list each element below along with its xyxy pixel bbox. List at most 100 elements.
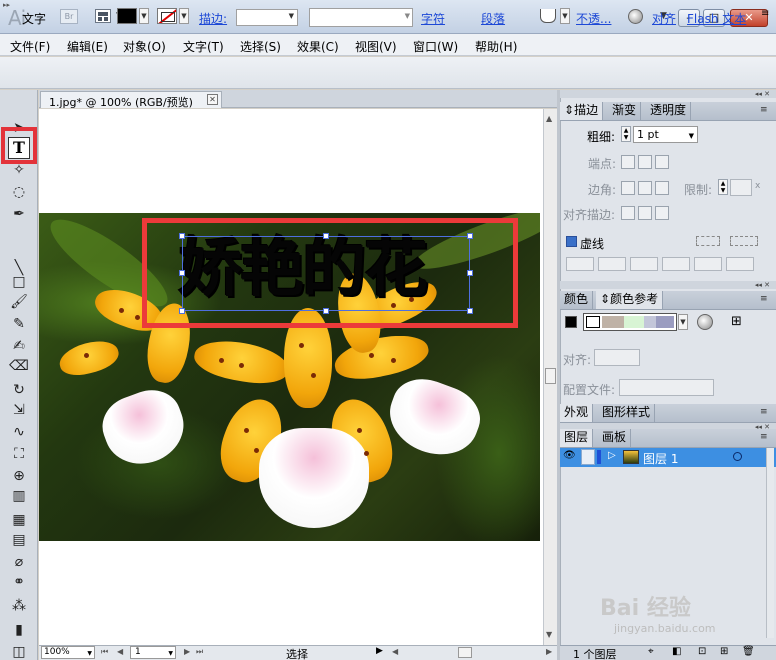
pen-tool-icon[interactable]: ✒ [9,204,29,224]
locate-object-icon[interactable]: ⌖ [648,646,654,657]
tools-grip-icon[interactable]: ▸▸ [3,1,33,9]
document-tab[interactable]: 1.jpg* @ 100% (RGB/预览) ✕ [40,91,222,109]
layer-name[interactable]: 图层 1 [643,450,678,467]
align-center-icon[interactable] [621,206,635,220]
stroke-link[interactable]: 描边: [199,10,227,27]
make-clipping-mask-icon[interactable]: ◧ [672,646,681,657]
gap-input[interactable] [662,257,690,271]
pencil-tool-icon[interactable]: ✎ [9,314,29,334]
tab-appearance[interactable]: 外观 [560,404,594,422]
vertical-scroll-thumb[interactable] [545,368,556,384]
tab-layers[interactable]: 图层 [560,429,594,447]
mesh-tool-icon[interactable]: ▦ [9,510,29,530]
expand-arrow-icon[interactable]: ▷ [608,450,616,461]
menu-object[interactable]: 对象(O) [123,38,166,55]
appearance-panel-menu-icon[interactable]: ≡ [760,407,768,417]
limit-input[interactable] [730,179,752,196]
align-inside-icon[interactable] [638,206,652,220]
new-layer-icon[interactable]: ⊞ [720,646,728,657]
projecting-cap-icon[interactable] [655,155,669,169]
stroke-dropdown-icon[interactable]: ▼ [179,8,189,24]
stroke-color-swatch[interactable] [157,8,177,24]
fill-dropdown-icon[interactable]: ▼ [139,8,149,24]
base-color-swatch[interactable] [565,316,577,328]
rectangle-tool-icon[interactable]: □ [9,272,29,292]
color-swatch[interactable] [602,316,624,328]
scale-tool-icon[interactable]: ⇲ [9,400,29,420]
align-buttons[interactable] [594,349,640,366]
target-icon[interactable] [733,452,742,461]
menu-view[interactable]: 视图(V) [355,38,397,55]
scroll-right-icon[interactable]: ▶ [546,647,552,656]
scroll-left-icon[interactable]: ◀ [392,647,398,656]
symbol-sprayer-tool-icon[interactable]: ⁂ [9,596,29,616]
tab-gradient[interactable]: 渐变 [608,102,642,120]
harmony-colors-strip[interactable] [583,313,677,331]
previous-page-icon[interactable]: ◀ [117,647,123,656]
last-page-icon[interactable]: ⏭ [196,647,203,657]
trash-icon[interactable]: 🗑 [742,646,755,657]
new-sublayer-icon[interactable]: ⊡ [698,646,706,657]
character-link[interactable]: 字符 [421,10,445,27]
tab-color[interactable]: 颜色 [560,291,594,309]
bridge-button[interactable]: Br [60,9,78,24]
graph-tool-icon[interactable]: ▥ [9,486,29,506]
blend-tool-icon[interactable]: ⚭ [9,572,29,592]
status-menu-icon[interactable]: ▶ [376,646,383,656]
recolor-icon[interactable] [628,9,643,24]
artboard-tool-icon[interactable]: ◫ [9,642,29,660]
dash-preserve-icon[interactable] [696,236,720,246]
dashed-line-checkbox[interactable] [566,236,577,247]
next-page-icon[interactable]: ▶ [184,647,190,656]
panel-group-grip[interactable]: ◂◂ ✕ [560,281,776,289]
font-family-select[interactable] [309,8,413,27]
tab-transparency[interactable]: 透明度 [646,102,692,120]
menu-edit[interactable]: 编辑(E) [67,38,108,55]
round-join-icon[interactable] [638,181,652,195]
tab-color-guide[interactable]: ⇕颜色参考 [596,291,664,309]
dash-input[interactable] [694,257,722,271]
menu-file[interactable]: 文件(F) [10,38,50,55]
profile-select[interactable] [619,379,714,396]
scroll-up-icon[interactable]: ▲ [546,114,552,123]
recolor-artwork-icon[interactable] [697,314,713,330]
tab-stroke[interactable]: ⇕描边 [560,102,604,120]
opacity-link[interactable]: 不透... [576,10,611,27]
gradient-tool-icon[interactable]: ▤ [9,530,29,550]
first-page-icon[interactable]: ⏮ [101,647,108,657]
limit-stepper-icon[interactable]: ▲ ▼ [718,179,728,195]
menu-type[interactable]: 文字(T) [183,38,224,55]
miter-join-icon[interactable] [621,181,635,195]
blob-brush-tool-icon[interactable]: ✍ [9,336,29,356]
tab-graphic-styles[interactable]: 图形样式 [598,404,656,422]
eyedropper-tool-icon[interactable]: ⌀ [9,552,29,572]
save-color-group-icon[interactable]: ⊞ [731,314,742,329]
stroke-panel-menu-icon[interactable]: ≡ [760,105,768,115]
menu-window[interactable]: 窗口(W) [413,38,458,55]
harmony-dropdown-icon[interactable]: ▼ [678,314,688,330]
eraser-tool-icon[interactable]: ⌫ [9,356,29,376]
menu-help[interactable]: 帮助(H) [475,38,517,55]
warp-tool-icon[interactable]: ∿ [9,422,29,442]
layers-scrollbar[interactable] [766,448,774,638]
rotate-tool-icon[interactable]: ↻ [9,380,29,400]
layers-panel-menu-icon[interactable]: ≡ [760,432,768,442]
column-graph-tool-icon[interactable]: ▮ [9,620,29,640]
align-outside-icon[interactable] [655,206,669,220]
gap-input[interactable] [726,257,754,271]
round-cap-icon[interactable] [638,155,652,169]
zoom-select[interactable]: 100% [41,646,95,659]
free-transform-tool-icon[interactable]: ⛶ [9,444,29,464]
brush-icon[interactable] [540,9,556,23]
arrange-documents-icon[interactable] [95,9,111,23]
lock-toggle[interactable] [581,449,595,465]
flash-text-link[interactable]: Flash 文本 [687,10,746,27]
weight-select[interactable]: 1 pt [633,126,698,144]
color-swatch[interactable] [586,316,600,328]
dash-input[interactable] [566,257,594,271]
tab-artboards[interactable]: 画板 [598,429,632,447]
control-bar-menu-icon[interactable]: ≡ [761,8,769,19]
color-panel-menu-icon[interactable]: ≡ [760,294,768,304]
close-tab-icon[interactable]: ✕ [207,94,218,105]
color-swatch[interactable] [656,316,674,328]
